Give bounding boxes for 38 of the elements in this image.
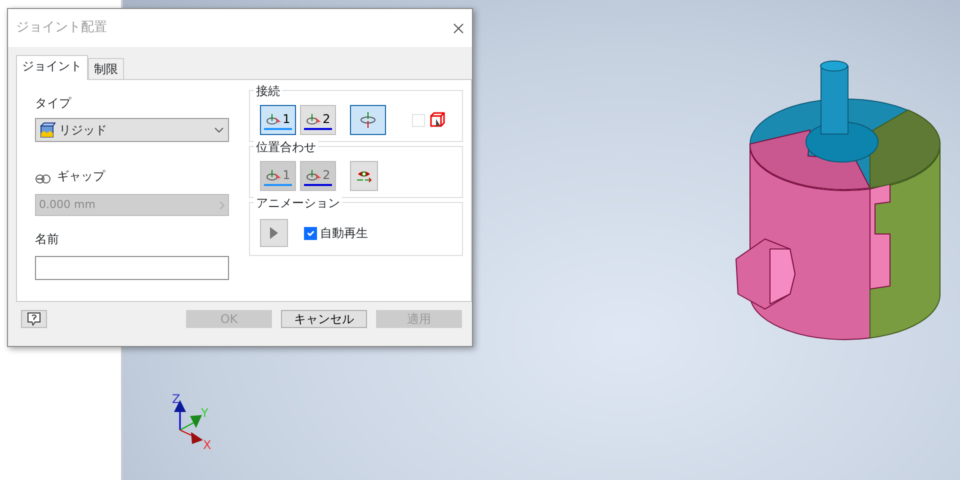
group-label: 位置合わせ (254, 138, 318, 156)
tab[interactable]: 制限 (88, 58, 124, 79)
axis-label: X (203, 437, 212, 454)
type-dropdown[interactable]: リジッド (35, 118, 229, 142)
group-label: 接続 (254, 82, 282, 100)
name-field[interactable] (35, 256, 229, 280)
checkbox[interactable] (304, 226, 317, 240)
gap-icon (35, 172, 51, 186)
name-label: 名前 (35, 231, 60, 248)
play-button[interactable] (260, 219, 288, 247)
field-value: 0.000 mm (39, 196, 96, 213)
help-button[interactable] (21, 310, 47, 328)
flip-button[interactable] (350, 105, 386, 135)
axis-label: Y (201, 405, 208, 422)
type-label: タイプ (35, 95, 72, 112)
checkbox-label: 自動再生 (320, 225, 368, 242)
window-title: ジョイント配置 (16, 19, 107, 38)
caret-icon (214, 127, 224, 133)
cube-cursor-icon (429, 112, 445, 128)
align-flip-button[interactable] (350, 161, 378, 191)
chevron-icon (219, 200, 225, 210)
eye-arrows-icon (356, 169, 372, 183)
gap-label: ギャップ (57, 168, 105, 185)
rigid-joint-icon (40, 122, 56, 138)
close-icon[interactable] (453, 22, 464, 34)
dialog-button[interactable]: キャンセル (281, 310, 367, 328)
help-icon (27, 312, 41, 326)
flip-axis-icon (360, 111, 376, 129)
play-icon (270, 227, 278, 239)
tab[interactable]: ジョイント (16, 55, 88, 80)
joint-cursor-icon (306, 112, 322, 126)
joint-origin-button[interactable]: 2 (300, 105, 336, 135)
axis-label: Z (172, 391, 180, 408)
joint-cursor-icon (266, 112, 282, 126)
dropdown-value: リジッド (59, 122, 108, 139)
joint-cursor-icon (266, 168, 282, 182)
joint-origin-button[interactable]: 1 (260, 105, 296, 135)
joint-cursor-icon (306, 168, 322, 182)
